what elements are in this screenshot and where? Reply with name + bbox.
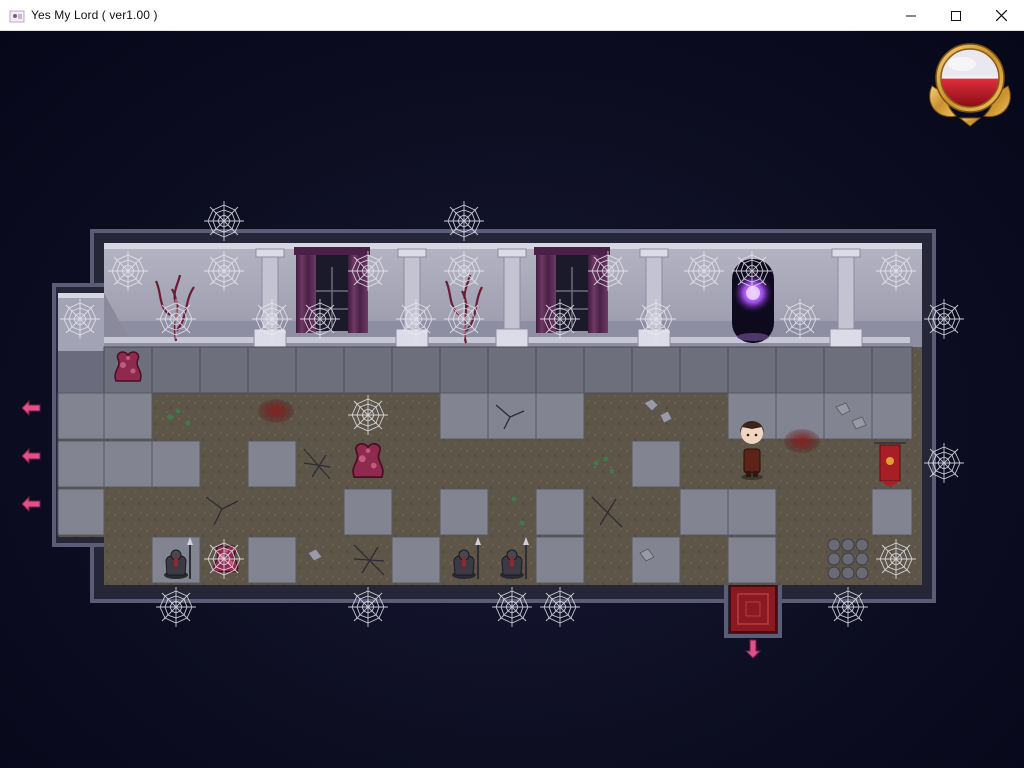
close-button[interactable] [978, 0, 1024, 31]
health-orb [929, 43, 1011, 127]
maximize-button[interactable] [933, 0, 979, 31]
maximize-icon [951, 10, 961, 21]
minimize-button[interactable] [888, 0, 934, 31]
west-exit-arrow[interactable] [20, 400, 42, 416]
west-exit-arrow[interactable] [20, 448, 42, 464]
game-viewport[interactable] [0, 31, 1024, 768]
app-icon [9, 10, 25, 23]
close-icon [995, 10, 1007, 21]
dungeon-map [52, 200, 965, 638]
window-title: Yes My Lord ( ver1.00 ) [31, 8, 158, 22]
west-exit-arrow[interactable] [20, 496, 42, 512]
minimize-icon [906, 15, 916, 16]
south-exit-arrow[interactable] [745, 639, 761, 659]
title-bar: Yes My Lord ( ver1.00 ) [0, 0, 1024, 31]
